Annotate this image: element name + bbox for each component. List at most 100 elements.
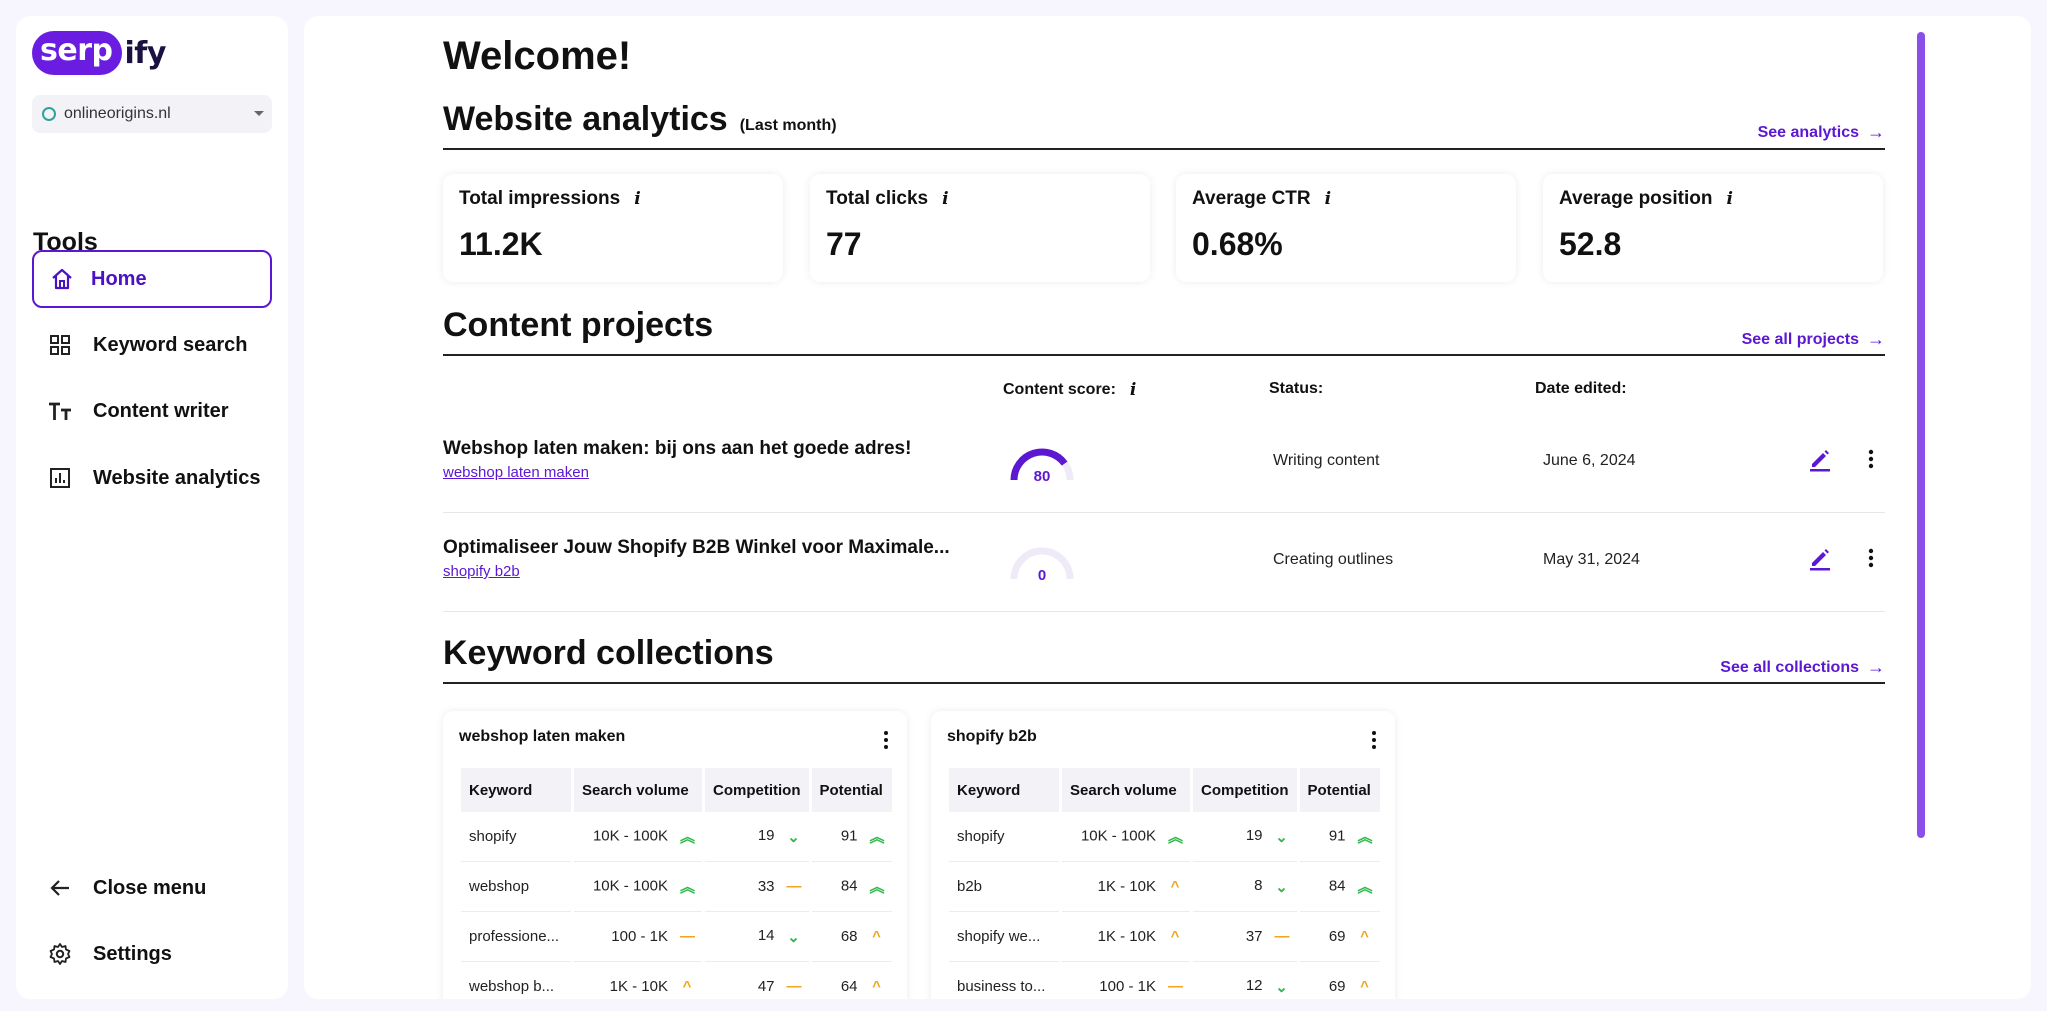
- table-row[interactable]: business to... 100 - 1K — 12 ⌄ 69 ^: [949, 962, 1380, 999]
- chevron-down-icon: ⌄: [1275, 878, 1288, 896]
- volume-cell: 10K - 100K ︽: [1062, 812, 1190, 862]
- project-title[interactable]: Optimaliseer Jouw Shopify B2B Winkel voo…: [443, 537, 950, 559]
- collection-title[interactable]: shopify b2b: [947, 728, 1037, 746]
- site-selector-value: onlineorigins.nl: [64, 105, 171, 122]
- double-chevron-up-icon: ︽: [1357, 879, 1373, 896]
- table-row[interactable]: webshop 10K - 100K ︽ 33 — 84 ︽: [461, 862, 892, 912]
- potential-cell: 69 ^: [1299, 912, 1380, 962]
- keyword-collection-card[interactable]: webshop laten maken Keyword Search volum…: [443, 711, 907, 999]
- stat-value: 52.8: [1559, 226, 1622, 262]
- logo-pill: serp: [32, 31, 123, 75]
- table-row[interactable]: webshop b... 1K - 10K ^ 47 — 64 ^: [461, 962, 892, 999]
- volume-value: 10K - 100K: [592, 877, 668, 895]
- competition-value: 19: [1245, 827, 1263, 845]
- table-row[interactable]: professione... 100 - 1K — 14 ⌄ 68 ^: [461, 912, 892, 962]
- keyword-collection-card[interactable]: shopify b2b Keyword Search volume Compet…: [931, 711, 1395, 999]
- competition-cell: 8 ⌄: [1193, 862, 1297, 912]
- stat-label: Total clicks: [826, 188, 929, 209]
- chevron-down-icon: ⌄: [787, 928, 800, 946]
- project-title[interactable]: Webshop laten maken: bij ons aan het goe…: [443, 438, 911, 460]
- stat-card-clicks: Total clicks i 77: [810, 174, 1150, 282]
- volume-cell: 1K - 10K ^: [1062, 862, 1190, 912]
- see-all-collections-link[interactable]: See all collections →: [1720, 657, 1885, 678]
- serpify-logo[interactable]: serp ify: [32, 30, 166, 76]
- competition-cell: 19 ⌄: [1193, 812, 1297, 862]
- project-row[interactable]: Optimaliseer Jouw Shopify B2B Winkel voo…: [443, 513, 1885, 612]
- potential-value: 68: [840, 927, 858, 945]
- gear-icon: [47, 941, 73, 967]
- volume-value: 1K - 10K: [1097, 927, 1156, 945]
- potential-value: 91: [840, 827, 858, 845]
- table-row[interactable]: b2b 1K - 10K ^ 8 ⌄ 84 ︽: [949, 862, 1380, 912]
- more-vertical-icon[interactable]: [879, 729, 893, 751]
- arrow-right-icon: →: [1867, 122, 1885, 142]
- keyword-cell: shopify we...: [949, 912, 1059, 962]
- close-menu-button[interactable]: Close menu: [32, 859, 272, 917]
- sidebar-item-home[interactable]: Home: [32, 250, 272, 308]
- table-row[interactable]: shopify 10K - 100K ︽ 19 ⌄ 91 ︽: [461, 812, 892, 862]
- chevron-up-icon: ^: [682, 978, 692, 996]
- info-icon[interactable]: i: [1130, 380, 1136, 400]
- info-icon[interactable]: i: [634, 189, 640, 209]
- projects-title: Content projects: [443, 306, 714, 344]
- dash-icon: —: [1274, 928, 1290, 946]
- competition-value: 19: [757, 827, 775, 845]
- potential-value: 64: [840, 977, 858, 995]
- edit-icon[interactable]: [1807, 545, 1833, 571]
- sidebar-item-website-analytics[interactable]: Website analytics: [32, 449, 272, 507]
- chevron-down-icon: ⌄: [1275, 978, 1288, 996]
- chevron-up-icon: ^: [872, 978, 881, 996]
- column-header: Competition: [1193, 768, 1297, 812]
- potential-cell: 69 ^: [1300, 962, 1380, 999]
- sidebar-item-content-writer[interactable]: Content writer: [32, 382, 272, 440]
- more-vertical-icon[interactable]: [1367, 729, 1381, 751]
- double-chevron-up-icon: ︽: [1357, 829, 1373, 846]
- project-keyword-link[interactable]: shopify b2b: [443, 563, 520, 580]
- stat-value: 0.68%: [1192, 226, 1283, 262]
- competition-value: 37: [1245, 927, 1263, 945]
- column-header: Competition: [705, 768, 809, 812]
- stat-card-ctr: Average CTR i 0.68%: [1176, 174, 1516, 282]
- competition-value: 33: [757, 877, 775, 895]
- see-all-projects-link[interactable]: See all projects →: [1742, 329, 1885, 350]
- stat-value: 77: [826, 226, 862, 262]
- column-header: Keyword: [949, 768, 1059, 812]
- double-chevron-up-icon: ︽: [680, 879, 696, 896]
- settings-button[interactable]: Settings: [32, 925, 272, 983]
- dash-icon: —: [786, 878, 802, 896]
- see-projects-label: See all projects: [1741, 330, 1859, 348]
- sidebar: serp ify onlineorigins.nl Tools Home Key…: [16, 16, 288, 999]
- double-chevron-up-icon: ︽: [869, 829, 885, 846]
- info-icon[interactable]: i: [942, 189, 948, 209]
- table-row[interactable]: shopify we... 1K - 10K ^ 37 — 69 ^: [949, 912, 1380, 962]
- info-icon[interactable]: i: [1726, 189, 1732, 209]
- project-date: June 6, 2024: [1543, 452, 1636, 469]
- edit-icon[interactable]: [1807, 446, 1833, 472]
- dash-icon: —: [680, 928, 695, 946]
- more-vertical-icon[interactable]: [1863, 446, 1879, 472]
- potential-cell: 84 ︽: [1299, 862, 1380, 912]
- volume-value: 100 - 1K: [1099, 977, 1156, 995]
- project-keyword-link[interactable]: webshop laten maken: [443, 464, 589, 481]
- see-analytics-label: See analytics: [1757, 123, 1859, 141]
- stat-label-row: Average position i: [1559, 188, 1867, 210]
- collection-title[interactable]: webshop laten maken: [459, 728, 625, 746]
- volume-cell: 100 - 1K —: [574, 912, 702, 962]
- volume-value: 10K - 100K: [592, 827, 668, 845]
- table-row[interactable]: shopify 10K - 100K ︽ 19 ⌄ 91 ︽: [949, 812, 1380, 862]
- more-vertical-icon[interactable]: [1863, 545, 1879, 571]
- competition-cell: 33 —: [705, 862, 809, 912]
- see-analytics-link[interactable]: See analytics →: [1758, 122, 1885, 143]
- info-icon[interactable]: i: [1325, 189, 1331, 209]
- scrollbar[interactable]: [1917, 32, 1925, 838]
- sidebar-item-label: Home: [91, 267, 147, 290]
- site-selector[interactable]: onlineorigins.nl: [32, 95, 272, 133]
- section-divider: [443, 148, 1885, 150]
- sidebar-item-keyword-search[interactable]: Keyword search: [32, 316, 272, 374]
- analytics-heading: Website analytics (Last month): [443, 100, 837, 139]
- potential-cell: 68 ^: [811, 912, 892, 962]
- project-row[interactable]: Webshop laten maken: bij ons aan het goe…: [443, 414, 1885, 513]
- stat-value: 11.2K: [459, 226, 543, 262]
- stat-label: Average CTR: [1192, 188, 1311, 209]
- keyword-cell: webshop b...: [461, 962, 571, 999]
